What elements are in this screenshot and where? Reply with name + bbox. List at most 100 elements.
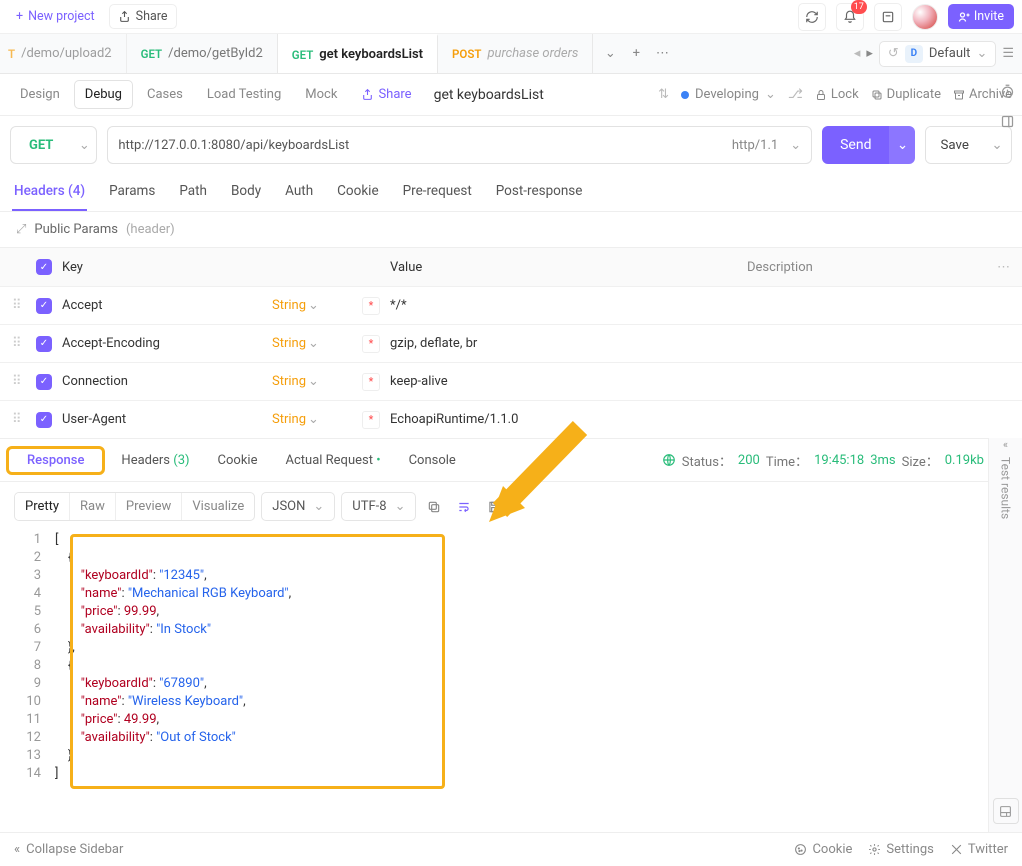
method-select[interactable]: GET ⌄: [10, 126, 97, 164]
row-checkbox[interactable]: ✓: [36, 298, 52, 314]
reqtab-auth[interactable]: Auth: [283, 183, 315, 211]
send-button[interactable]: Send: [822, 126, 889, 164]
header-key[interactable]: Connection: [62, 374, 262, 389]
save-response-button[interactable]: [482, 495, 506, 519]
reqtab-prerequest[interactable]: Pre-request: [401, 183, 474, 211]
url-input[interactable]: http://127.0.0.1:8080/api/keyboardsList …: [107, 126, 812, 164]
settings-label: Settings: [886, 842, 933, 857]
subtab-cases[interactable]: Cases: [137, 81, 193, 108]
header-type[interactable]: String ⌄: [272, 412, 352, 427]
duplicate-button[interactable]: Duplicate: [871, 87, 941, 102]
lock-label: Lock: [831, 87, 859, 102]
viewmode-raw[interactable]: Raw: [70, 493, 116, 520]
subtab-design[interactable]: Design: [10, 81, 70, 108]
settings-button[interactable]: Settings: [868, 842, 933, 857]
api-tab-getbyid2[interactable]: GET /demo/getById2: [127, 34, 278, 73]
col-menu[interactable]: ⋯: [997, 260, 1010, 275]
copy-response-button[interactable]: [422, 495, 446, 519]
required-star[interactable]: *: [362, 335, 380, 353]
share-button[interactable]: Share: [109, 4, 177, 29]
new-project-button[interactable]: + New project: [8, 5, 103, 28]
subtab-mock[interactable]: Mock: [295, 81, 347, 108]
reqtab-path[interactable]: Path: [177, 183, 209, 211]
workspace-selector[interactable]: ↺ D Default ⌄: [879, 41, 996, 67]
drag-handle[interactable]: ⠿: [12, 298, 26, 313]
test-results-tab[interactable]: Test results: [999, 457, 1013, 519]
menu-button[interactable]: ☰: [1002, 46, 1014, 61]
header-type[interactable]: String ⌄: [272, 374, 352, 389]
notifications-button[interactable]: 17: [836, 3, 864, 31]
required-star[interactable]: *: [362, 297, 380, 315]
branch-icon[interactable]: ⎇: [788, 87, 803, 102]
tab-next[interactable]: ▸: [866, 46, 873, 61]
header-key[interactable]: Accept-Encoding: [62, 336, 262, 351]
collapse-sidebar-button[interactable]: « Collapse Sidebar: [14, 842, 123, 857]
avatar[interactable]: [912, 4, 938, 30]
invite-button[interactable]: Invite: [948, 4, 1014, 29]
timer-icon[interactable]: [996, 80, 1018, 102]
required-star[interactable]: *: [362, 373, 380, 391]
state-selector[interactable]: Developing ⌄: [681, 87, 776, 102]
chevron-down-icon: ⌄: [395, 499, 406, 514]
share-api-button[interactable]: Share: [351, 81, 421, 108]
tab-more[interactable]: ⋯: [651, 43, 673, 65]
sort-icon[interactable]: ⇅: [658, 87, 669, 102]
row-checkbox[interactable]: ✓: [36, 412, 52, 428]
header-value[interactable]: keep-alive: [390, 374, 750, 389]
subtab-loadtesting[interactable]: Load Testing: [197, 81, 291, 108]
resptab-response[interactable]: Response: [15, 447, 96, 474]
tab-dropdown[interactable]: ⌄: [599, 43, 621, 65]
api-tab-keyboardslist[interactable]: GET get keyboardsList: [278, 34, 438, 73]
api-tab-purchaseorders[interactable]: POST purchase orders: [438, 34, 593, 73]
line-number: 2: [0, 549, 55, 567]
response-body-viewer[interactable]: 1[2 {3 "keyboardId": "12345",4 "name": "…: [0, 531, 1022, 832]
drag-handle[interactable]: ⠿: [12, 374, 26, 389]
save-button[interactable]: Save: [926, 127, 983, 163]
news-button[interactable]: [874, 3, 902, 31]
expand-icon[interactable]: ⤢: [16, 222, 26, 237]
resptab-headers[interactable]: Headers (3): [109, 447, 201, 474]
header-key[interactable]: User-Agent: [62, 412, 262, 427]
user-plus-icon: [958, 11, 970, 23]
reqtab-params[interactable]: Params: [107, 183, 157, 211]
row-checkbox[interactable]: ✓: [36, 336, 52, 352]
reqtab-postresponse[interactable]: Post-response: [494, 183, 585, 211]
checkbox-all[interactable]: ✓: [36, 259, 52, 275]
header-key[interactable]: Accept: [62, 298, 262, 313]
lock-button[interactable]: Lock: [815, 87, 859, 102]
reqtab-cookie[interactable]: Cookie: [335, 183, 380, 211]
header-type[interactable]: String ⌄: [272, 336, 352, 351]
send-dropdown[interactable]: ⌄: [889, 126, 915, 164]
header-type[interactable]: String ⌄: [272, 298, 352, 313]
resptab-actual[interactable]: Actual Request •: [273, 447, 392, 474]
drag-handle[interactable]: ⠿: [12, 336, 26, 351]
viewmode-preview[interactable]: Preview: [116, 493, 182, 520]
encoding-select[interactable]: UTF-8 ⌄: [341, 492, 416, 521]
viewmode-visualize[interactable]: Visualize: [182, 493, 254, 520]
header-value[interactable]: EchoapiRuntime/1.1.0: [390, 412, 750, 427]
content-type-select[interactable]: JSON ⌄: [261, 492, 335, 521]
wrap-button[interactable]: [452, 495, 476, 519]
reqtab-body[interactable]: Body: [229, 183, 263, 211]
header-value[interactable]: gzip, deflate, br: [390, 336, 750, 351]
drag-handle[interactable]: ⠿: [12, 412, 26, 427]
panel-icon[interactable]: [996, 110, 1018, 132]
layout-toggle[interactable]: [993, 798, 1019, 824]
api-tab-upload2[interactable]: T /demo/upload2: [4, 34, 127, 73]
twitter-button[interactable]: Twitter: [950, 842, 1008, 857]
required-star[interactable]: *: [362, 411, 380, 429]
resptab-console[interactable]: Console: [397, 447, 468, 474]
row-checkbox[interactable]: ✓: [36, 374, 52, 390]
subtab-debug[interactable]: Debug: [74, 80, 133, 109]
viewmode-pretty[interactable]: Pretty: [15, 493, 70, 520]
reqtab-headers[interactable]: Headers (4): [12, 183, 87, 211]
header-value[interactable]: */*: [390, 298, 750, 313]
resptab-cookie[interactable]: Cookie: [206, 447, 270, 474]
chevron-left-icon[interactable]: «: [1003, 438, 1008, 451]
sync-button[interactable]: [798, 3, 826, 31]
tab-prev[interactable]: ◂: [854, 46, 861, 61]
line-number: 3: [0, 567, 55, 585]
save-dropdown[interactable]: ⌄: [983, 127, 1011, 163]
tab-add[interactable]: +: [625, 43, 647, 65]
cookie-button[interactable]: Cookie: [794, 842, 852, 857]
